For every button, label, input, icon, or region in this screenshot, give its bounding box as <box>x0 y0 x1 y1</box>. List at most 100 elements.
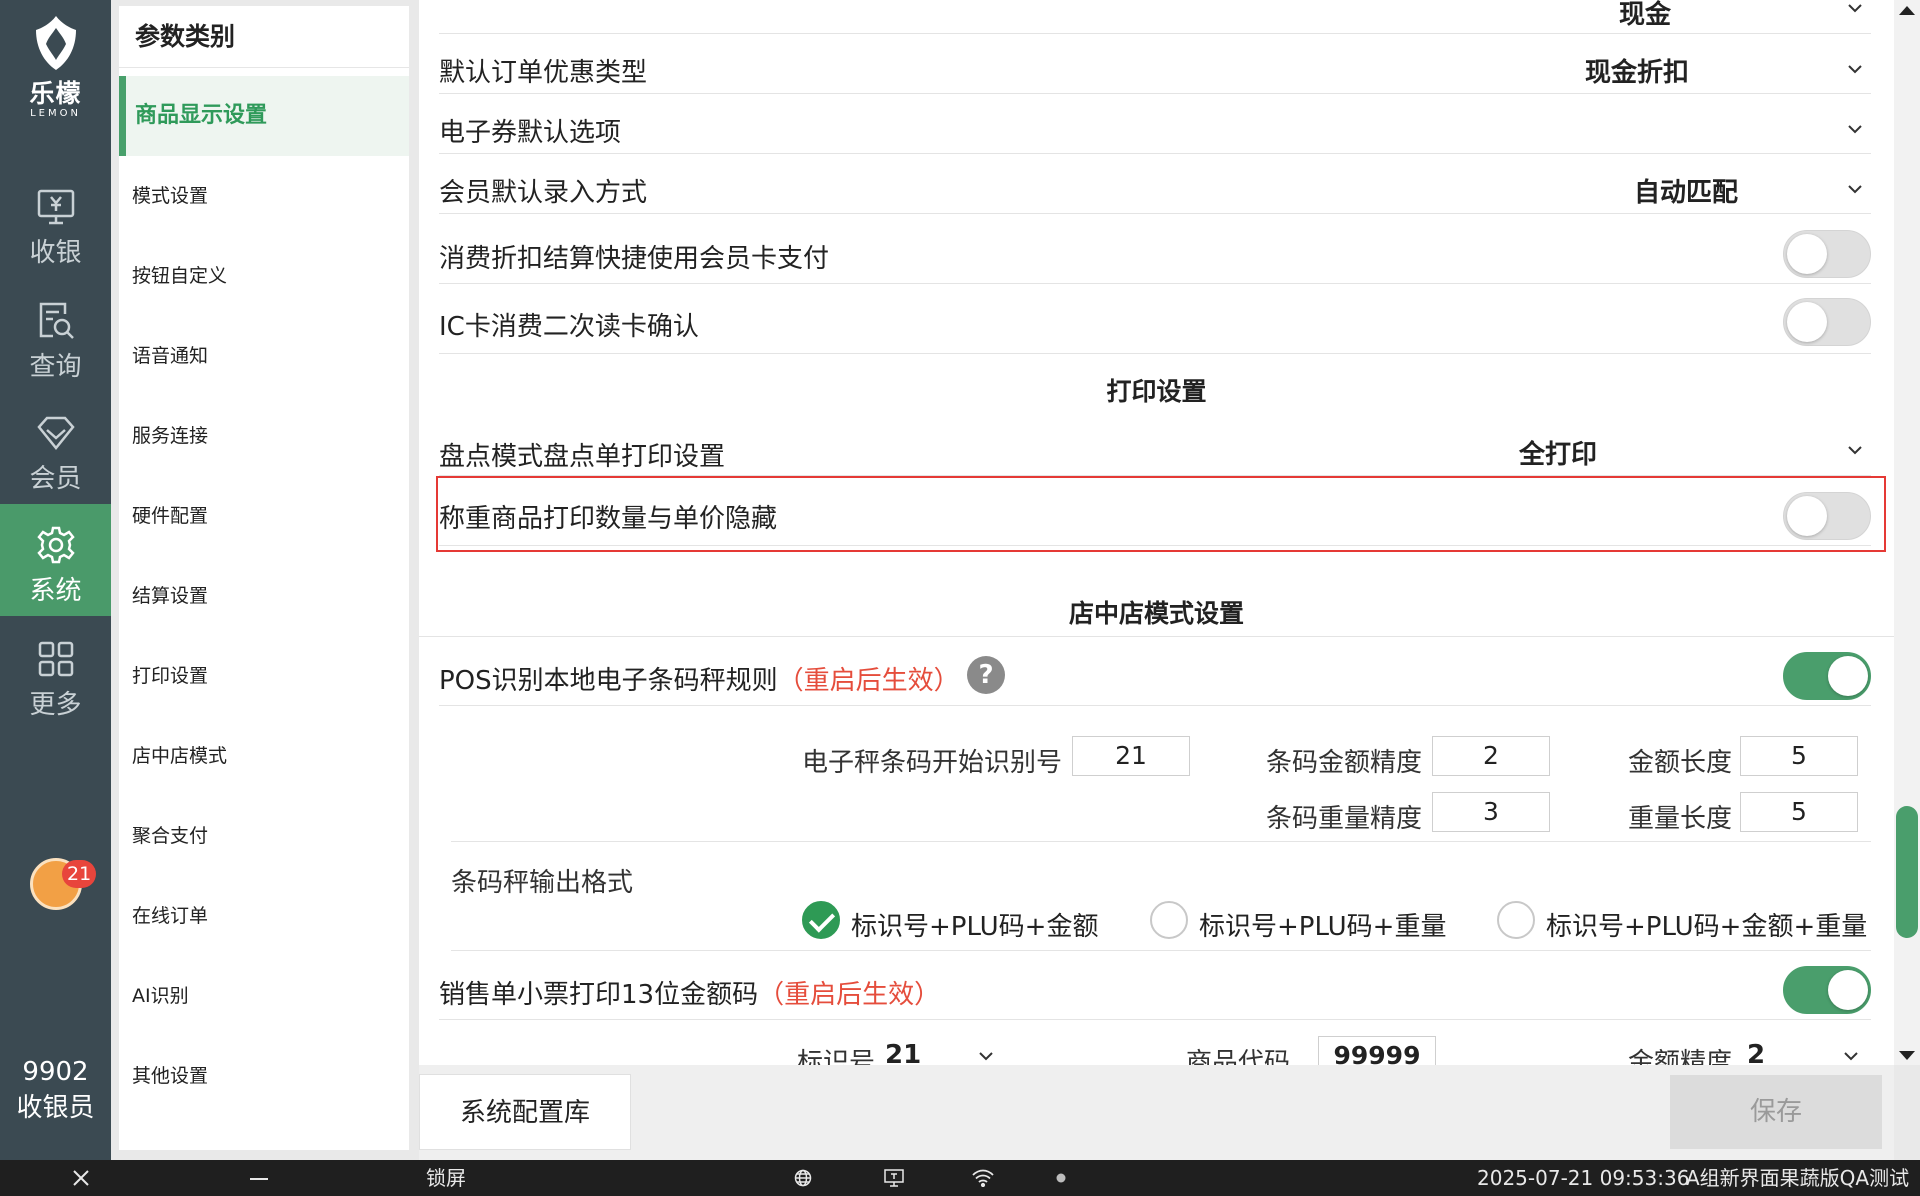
select-id-value[interactable]: 21 <box>885 1040 921 1065</box>
setting-row-member-input[interactable]: 会员默认录入方式 自动匹配 <box>439 154 1871 214</box>
lock-screen-button[interactable]: 锁屏 <box>426 1160 466 1196</box>
category-item-settlement[interactable]: 结算设置 <box>119 556 409 636</box>
chevron-down-icon <box>1848 185 1862 194</box>
category-item-aggregate-pay[interactable]: 聚合支付 <box>119 796 409 876</box>
nav-member-label: 会员 <box>29 464 82 494</box>
chevron-down-icon <box>1848 4 1862 13</box>
toggle-receipt-amount-code[interactable] <box>1783 966 1871 1014</box>
category-item-mode[interactable]: 模式设置 <box>119 156 409 236</box>
setting-row-stocktake-print[interactable]: 盘点模式盘点单打印设置 全打印 <box>439 420 1871 476</box>
globe-icon[interactable] <box>794 1169 812 1187</box>
setting-label-ic-card: IC卡消费二次读卡确认 <box>439 312 699 342</box>
select-precision-value[interactable]: 2 <box>1747 1040 1765 1065</box>
chevron-down-icon <box>979 1052 993 1061</box>
category-item-print[interactable]: 打印设置 <box>119 636 409 716</box>
nav-cashier[interactable]: 收银 <box>0 166 111 278</box>
radio-label-format-weight: 标识号+PLU码+重量 <box>1199 912 1447 942</box>
input-weight-length[interactable]: 5 <box>1740 792 1858 832</box>
user-info[interactable]: 9902 收银员 <box>0 1054 111 1126</box>
setting-label-member-card-pay: 消费折扣结算快捷使用会员卡支付 <box>439 244 830 274</box>
lemon-logo-icon <box>35 16 76 70</box>
nav-more[interactable]: 更多 <box>0 618 111 730</box>
status-dot-icon <box>1056 1173 1066 1183</box>
category-item-product-display[interactable]: 商品显示设置 <box>119 76 409 156</box>
input-product-code[interactable]: 99999 <box>1318 1036 1436 1065</box>
nav-query[interactable]: 查询 <box>0 280 111 392</box>
category-item-other[interactable]: 其他设置 <box>119 1036 409 1116</box>
nav-query-label: 查询 <box>29 352 82 382</box>
cashier-icon <box>37 189 74 225</box>
input-weight-precision[interactable]: 3 <box>1432 792 1550 832</box>
chevron-down-icon <box>1848 446 1862 455</box>
setting-row-order-discount[interactable]: 默认订单优惠类型 现金折扣 <box>439 34 1871 94</box>
setting-row-ic-card: IC卡消费二次读卡确认 <box>439 284 1871 354</box>
left-nav-rail: 乐檬 LEMON 收银 查询 会员 系统 更多 21 9902 收银员 <box>0 0 111 1160</box>
category-panel: 参数类别 商品显示设置 模式设置 按钮自定义 语音通知 服务连接 硬件配置 结算… <box>119 6 409 1150</box>
toggle-pos-rule[interactable] <box>1783 652 1871 700</box>
radio-label-format-amount: 标识号+PLU码+金额 <box>851 912 1099 942</box>
input-amount-precision[interactable]: 2 <box>1432 736 1550 776</box>
setting-value-stocktake-print: 全打印 <box>1518 440 1597 470</box>
query-icon <box>39 302 74 339</box>
field-label-amount-precision: 条码金额精度 <box>1265 748 1422 778</box>
pos-rule-text: POS识别本地电子条码秤规则 <box>439 666 778 696</box>
setting-row-ecoupon[interactable]: 电子券默认选项 <box>439 94 1871 154</box>
field-label-id: 标识号 <box>796 1048 875 1065</box>
radio-format-amount-weight[interactable] <box>1497 901 1535 939</box>
radio-format-amount[interactable] <box>802 901 840 939</box>
monitor-icon[interactable] <box>884 1169 904 1187</box>
section-print-title: 打印设置 <box>1106 377 1207 406</box>
close-icon[interactable] <box>72 1169 90 1187</box>
input-amount-length[interactable]: 5 <box>1740 736 1858 776</box>
field-label-product-code: 商品代码 <box>1185 1048 1290 1065</box>
user-id: 9902 <box>22 1057 89 1087</box>
receipt-amount-code-note: （重启后生效） <box>758 980 941 1010</box>
logo-name: 乐檬 <box>29 79 82 108</box>
taskbar-datetime: 2025-07-21 09:53:36 <box>1477 1166 1690 1190</box>
system-config-library-button[interactable]: 系统配置库 <box>419 1074 631 1150</box>
category-item-service[interactable]: 服务连接 <box>119 396 409 476</box>
category-item-hardware[interactable]: 硬件配置 <box>119 476 409 556</box>
setting-label-stocktake-print: 盘点模式盘点单打印设置 <box>439 442 726 472</box>
chevron-down-icon <box>1848 125 1862 134</box>
highlight-box <box>436 476 1886 552</box>
category-item-ai[interactable]: AI识别 <box>119 956 409 1036</box>
category-item-button-custom[interactable]: 按钮自定义 <box>119 236 409 316</box>
field-label-start-id: 电子秤条码开始识别号 <box>802 748 1063 778</box>
minimize-icon[interactable] <box>250 1177 268 1181</box>
scroll-down-icon[interactable] <box>1897 1048 1917 1064</box>
nav-more-label: 更多 <box>29 690 82 720</box>
category-item-online-order[interactable]: 在线订单 <box>119 876 409 956</box>
radio-format-weight[interactable] <box>1150 901 1188 939</box>
nav-system[interactable]: 系统 <box>0 504 111 616</box>
field-label-weight-precision: 条码重量精度 <box>1265 804 1422 834</box>
setting-label-ecoupon: 电子券默认选项 <box>439 118 622 148</box>
category-item-shop-in-shop[interactable]: 店中店模式 <box>119 716 409 796</box>
category-title: 参数类别 <box>119 6 409 68</box>
help-icon[interactable]: ? <box>967 656 1005 694</box>
chevron-down-icon <box>1844 1052 1858 1061</box>
category-item-voice[interactable]: 语音通知 <box>119 316 409 396</box>
setting-label-order-discount: 默认订单优惠类型 <box>439 58 648 88</box>
setting-row-partial[interactable]: 现金 <box>439 0 1871 34</box>
section-shop-in-shop-title: 店中店模式设置 <box>1068 599 1244 628</box>
settings-panel: 现金 默认订单优惠类型 现金折扣 电子券默认选项 会员默认录入方式 自动匹配 消… <box>419 0 1894 1065</box>
toggle-ic-card[interactable] <box>1783 298 1871 346</box>
field-label-amount-length: 金额长度 <box>1627 748 1732 778</box>
scroll-up-icon[interactable] <box>1897 2 1917 18</box>
taskbar: 锁屏 2025-07-21 09:53:36 A组新界面果蔬版QA测试 <box>0 1160 1920 1196</box>
save-button[interactable]: 保存 <box>1670 1075 1882 1149</box>
notification-badge: 21 <box>62 860 97 888</box>
app-logo: 乐檬 LEMON <box>0 14 111 119</box>
input-start-id[interactable]: 21 <box>1072 736 1190 776</box>
grid-icon <box>38 641 73 677</box>
gear-icon <box>36 526 75 564</box>
pos-rule-note: （重启后生效） <box>777 666 960 696</box>
scrollbar-thumb[interactable] <box>1896 806 1918 938</box>
output-format-label: 条码秤输出格式 <box>451 868 634 898</box>
field-label-precision: 金额精度 <box>1627 1048 1732 1065</box>
nav-member[interactable]: 会员 <box>0 392 111 504</box>
chevron-down-icon <box>1848 65 1862 74</box>
toggle-member-card-pay[interactable] <box>1783 230 1871 278</box>
wifi-icon[interactable] <box>972 1169 994 1187</box>
